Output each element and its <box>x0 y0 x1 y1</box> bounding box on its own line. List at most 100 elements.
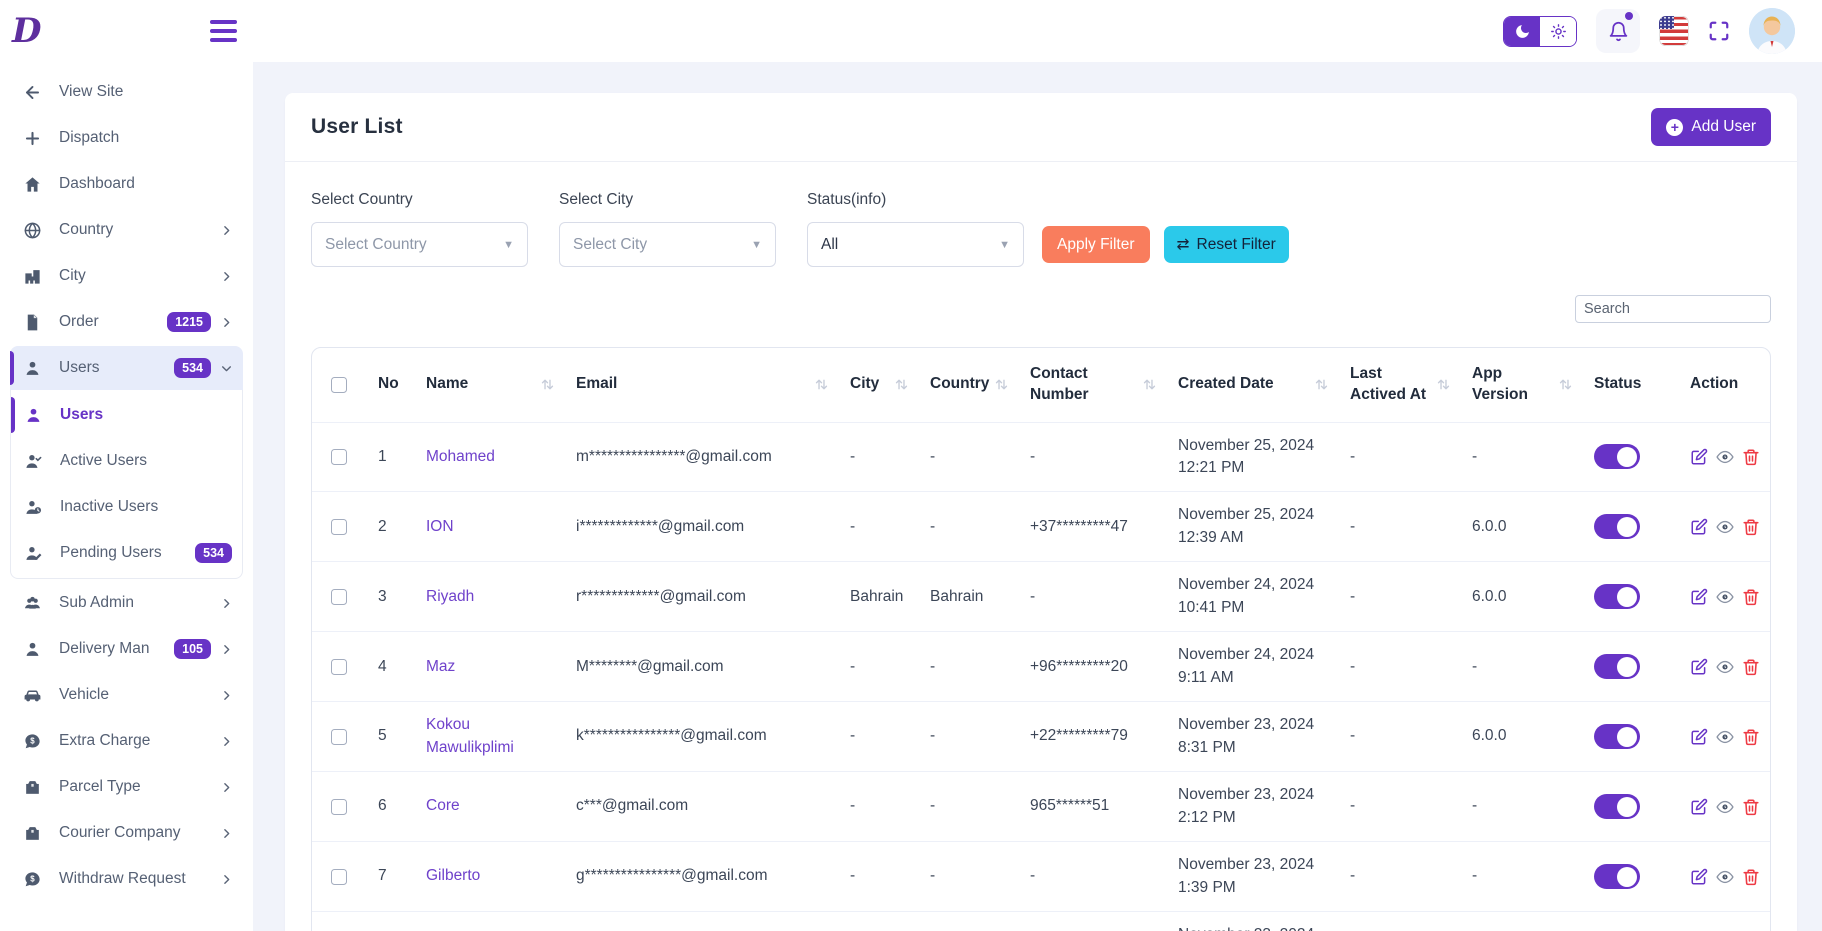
reset-filter-button[interactable]: ⇄ Reset Filter <box>1164 226 1289 263</box>
sidebar-item-dashboard[interactable]: Dashboard <box>10 162 243 206</box>
city-select[interactable]: Select City ▼ <box>559 222 776 267</box>
view-button[interactable] <box>1716 798 1734 816</box>
view-button[interactable] <box>1716 658 1734 676</box>
status-toggle[interactable] <box>1594 794 1640 819</box>
edit-button[interactable] <box>1690 728 1708 746</box>
sort-icon[interactable] <box>893 376 910 393</box>
notifications-button[interactable] <box>1596 9 1640 53</box>
edit-button[interactable] <box>1690 798 1708 816</box>
sidebar-item-users[interactable]: Users <box>11 392 242 438</box>
sidebar-item-extra-charge[interactable]: $Extra Charge <box>10 719 243 763</box>
cell-city: - <box>840 702 920 772</box>
sidebar-item-order[interactable]: Order1215 <box>10 300 243 344</box>
status-toggle[interactable] <box>1594 864 1640 889</box>
search-input[interactable] <box>1575 295 1771 323</box>
column-header-country[interactable]: Country <box>920 348 1020 422</box>
sidebar-item-dispatch[interactable]: Dispatch <box>10 116 243 160</box>
cell-city: - <box>840 912 920 931</box>
edit-button[interactable] <box>1690 658 1708 676</box>
sidebar-item-vehicle[interactable]: Vehicle <box>10 673 243 717</box>
apply-filter-button[interactable]: Apply Filter <box>1042 226 1150 263</box>
view-button[interactable] <box>1716 728 1734 746</box>
view-button[interactable] <box>1716 868 1734 886</box>
row-checkbox[interactable] <box>331 729 347 745</box>
edit-button[interactable] <box>1690 588 1708 606</box>
edit-button[interactable] <box>1690 868 1708 886</box>
status-select[interactable]: All ▼ <box>807 222 1024 267</box>
fullscreen-button[interactable] <box>1708 20 1730 42</box>
sort-icon[interactable] <box>993 376 1010 393</box>
row-checkbox[interactable] <box>331 449 347 465</box>
hamburger-menu-icon[interactable] <box>207 17 240 45</box>
sidebar-item-users[interactable]: Users534 <box>10 346 243 390</box>
edit-button[interactable] <box>1690 518 1708 536</box>
status-filter-label: Status(info) <box>807 191 1024 209</box>
app-logo[interactable]: D <box>12 14 41 48</box>
sidebar-item-inactive-users[interactable]: Inactive Users <box>11 484 242 530</box>
avatar[interactable] <box>1749 8 1795 54</box>
sidebar-item-pending-users[interactable]: Pending Users534 <box>11 530 242 576</box>
delete-button[interactable] <box>1742 518 1760 536</box>
sidebar-item-active-users[interactable]: Active Users <box>11 438 242 484</box>
column-header-city[interactable]: City <box>840 348 920 422</box>
user-name-link[interactable]: ION <box>426 518 454 535</box>
row-checkbox[interactable] <box>331 659 347 675</box>
delete-button[interactable] <box>1742 798 1760 816</box>
add-user-button[interactable]: + Add User <box>1651 108 1771 146</box>
sidebar-item-withdraw-request[interactable]: $Withdraw Request <box>10 857 243 901</box>
sidebar-item-parcel-type[interactable]: Parcel Type <box>10 765 243 809</box>
row-checkbox[interactable] <box>331 799 347 815</box>
delete-button[interactable] <box>1742 588 1760 606</box>
status-toggle[interactable] <box>1594 514 1640 539</box>
delete-button[interactable] <box>1742 728 1760 746</box>
status-toggle[interactable] <box>1594 724 1640 749</box>
sidebar-item-view-site[interactable]: View Site <box>10 70 243 114</box>
user-name-link[interactable]: Riyadh <box>426 588 474 605</box>
column-header-last-actived-at[interactable]: Last Actived At <box>1340 348 1462 422</box>
column-header-email[interactable]: Email <box>566 348 840 422</box>
view-button[interactable] <box>1716 518 1734 536</box>
column-header-created-date[interactable]: Created Date <box>1168 348 1340 422</box>
sidebar-item-label: Withdraw Request <box>59 870 186 888</box>
user-name-link[interactable]: Maz <box>426 658 455 675</box>
user-name-link[interactable]: Kokou Mawulikplimi <box>426 716 514 755</box>
chevron-right-icon <box>220 224 233 237</box>
sun-icon[interactable] <box>1540 17 1576 46</box>
status-toggle[interactable] <box>1594 444 1640 469</box>
cell-country: - <box>920 632 1020 702</box>
edit-button[interactable] <box>1690 448 1708 466</box>
sort-icon[interactable] <box>1141 376 1158 393</box>
user-name-link[interactable]: Core <box>426 797 460 814</box>
sort-icon[interactable] <box>539 376 556 393</box>
sidebar-item-delivery-man[interactable]: Delivery Man105 <box>10 627 243 671</box>
delete-button[interactable] <box>1742 448 1760 466</box>
select-all-checkbox[interactable] <box>331 377 347 393</box>
view-button[interactable] <box>1716 588 1734 606</box>
sort-icon[interactable] <box>1435 376 1452 393</box>
column-header-app-version[interactable]: App Version <box>1462 348 1584 422</box>
column-header-name[interactable]: Name <box>416 348 566 422</box>
country-select[interactable]: Select Country ▼ <box>311 222 528 267</box>
theme-toggle[interactable] <box>1503 16 1577 47</box>
sort-icon[interactable] <box>1557 376 1574 393</box>
us-flag-icon[interactable] <box>1659 16 1689 46</box>
user-name-link[interactable]: Mohamed <box>426 448 495 465</box>
delete-button[interactable] <box>1742 658 1760 676</box>
cell-created-date: November 24, 202410:41 PM <box>1168 562 1340 632</box>
sort-icon[interactable] <box>1313 376 1330 393</box>
row-checkbox[interactable] <box>331 869 347 885</box>
row-checkbox[interactable] <box>331 589 347 605</box>
status-toggle[interactable] <box>1594 584 1640 609</box>
column-header-contact-number[interactable]: Contact Number <box>1020 348 1168 422</box>
user-name-link[interactable]: Gilberto <box>426 867 480 884</box>
view-button[interactable] <box>1716 448 1734 466</box>
row-checkbox[interactable] <box>331 519 347 535</box>
delete-button[interactable] <box>1742 868 1760 886</box>
sidebar-item-city[interactable]: City <box>10 254 243 298</box>
status-toggle[interactable] <box>1594 654 1640 679</box>
sidebar-item-courier-company[interactable]: Courier Company <box>10 811 243 855</box>
sidebar-item-country[interactable]: Country <box>10 208 243 252</box>
moon-icon[interactable] <box>1504 17 1540 46</box>
sidebar-item-sub-admin[interactable]: Sub Admin <box>10 581 243 625</box>
sort-icon[interactable] <box>813 376 830 393</box>
